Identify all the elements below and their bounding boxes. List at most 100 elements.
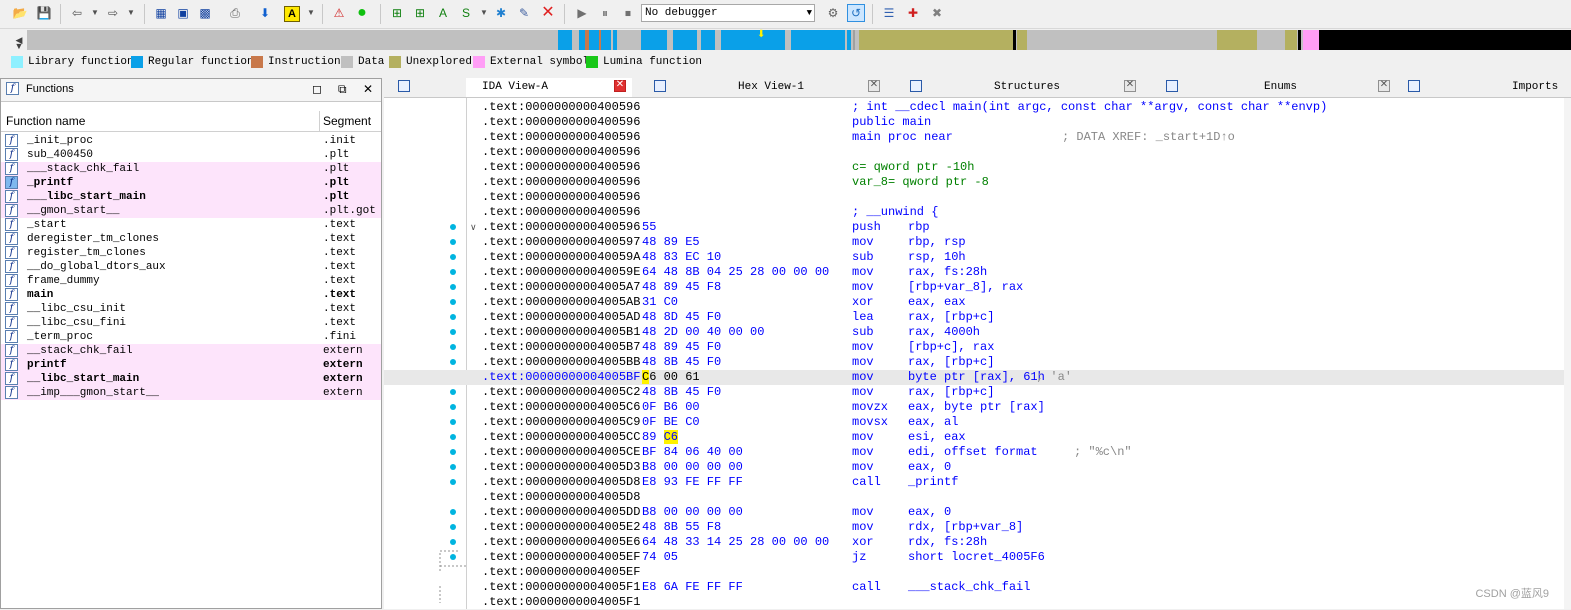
jump-down-icon[interactable]: ⬇ [256,4,274,22]
save-icon[interactable]: 💾 [35,4,53,22]
nav-down-arrow-icon[interactable]: ▼ [10,40,28,52]
close-icon[interactable]: ✕ [1124,80,1136,92]
function-row[interactable]: f sub_400450 .plt [1,148,381,162]
close-icon[interactable]: ✕ [868,80,880,92]
function-row[interactable]: f __libc_csu_init .text [1,302,381,316]
struct-dropdown-icon[interactable]: ▼ [475,4,493,22]
disasm-line[interactable]: .text:00000000004005AD 48 8D 45 F0 lea rax,… [384,310,1571,325]
search-binary-icon[interactable]: ▦ [152,4,170,22]
disasm-line[interactable]: .text:00000000004005BB 48 8B 45 F0 mov rax,… [384,355,1571,370]
back-dropdown-icon[interactable]: ▼ [86,4,104,22]
disasm-line[interactable]: .text:00000000004005C6 0F B6 00 movzx eax, … [384,400,1571,415]
text-color-dropdown-icon[interactable]: ▼ [302,4,320,22]
disasm-line[interactable]: .text:00000000004005DD B8 00 00 00 00 mov e… [384,505,1571,520]
edit-function-icon[interactable]: ✎ [515,4,533,22]
disasm-line[interactable]: .text:00000000004005C9 0F BE C0 movsx eax, … [384,415,1571,430]
disasm-line[interactable]: .text:0000000000400596 55 push rbp [384,220,1571,235]
start-debugger-icon[interactable]: ▶ [573,4,591,22]
remove-breakpoint-icon[interactable]: ✖ [928,4,946,22]
disasm-line[interactable]: .text:00000000004005D8 [384,490,1571,505]
add-breakpoint-icon[interactable]: ✚ [904,4,922,22]
add-code-icon[interactable]: ⊞ [388,4,406,22]
disasm-line[interactable]: .text:00000000004005E6 64 48 33 14 25 28 … [384,535,1571,550]
green-circle-icon[interactable]: ● [353,4,371,22]
disasm-line[interactable]: .text:00000000004005CE BF 84 06 40 00 mov e… [384,445,1571,460]
debugger-select[interactable]: No debugger ▼ [641,4,815,22]
debugger-options-icon[interactable]: ⚙ [824,4,842,22]
function-row[interactable]: f __libc_start_main extern [1,372,381,386]
warning-icon[interactable]: ⚠ [330,4,348,22]
switch-debugger-icon[interactable]: ↺ [847,4,865,22]
function-row[interactable]: f __gmon_start__ .plt.got [1,204,381,218]
disasm-line[interactable]: .text:00000000004005B7 48 89 45 F0 mov [rbp… [384,340,1571,355]
col-function-name[interactable]: Function name [6,114,85,128]
vertical-scrollbar[interactable] [1564,98,1571,609]
disasm-line[interactable]: .text:00000000004005AB 31 C0 xor eax, eax [384,295,1571,310]
function-row[interactable]: f main .text [1,288,381,302]
disasm-header-line[interactable]: .text:0000000000400596 ; __unwind { [384,205,1571,220]
collapse-chevron-icon[interactable]: ∨ [470,220,477,235]
back-icon[interactable]: ⇦ [68,4,86,22]
function-row[interactable]: f __imp___gmon_start__ extern [1,386,381,400]
restore-icon[interactable]: ⧉ [338,82,347,97]
disasm-line[interactable]: .text:0000000000400597 48 89 E5 mov rbp, rs… [384,235,1571,250]
function-row[interactable]: f _init_proc .init [1,134,381,148]
add-string-icon[interactable]: A [434,4,452,22]
disasm-header-line[interactable]: .text:0000000000400596 main proc near ; DA… [384,130,1571,145]
open-file-icon[interactable]: 📂 [11,4,29,22]
function-row[interactable]: f ___libc_start_main .plt [1,190,381,204]
disasm-header-line[interactable]: .text:0000000000400596 [384,145,1571,160]
disasm-line[interactable]: .text:00000000004005EF [384,565,1571,580]
close-icon[interactable]: ✕ [1378,80,1390,92]
disasm-header-line[interactable]: .text:0000000000400596 var_8= qword ptr -… [384,175,1571,190]
disasm-line[interactable]: .text:00000000004005D3 B8 00 00 00 00 mov e… [384,460,1571,475]
disasm-line[interactable]: .text:00000000004005F1 E8 6A FE FF FF call… [384,580,1571,595]
text-color-icon[interactable]: A [284,6,300,22]
disasm-line[interactable]: .text:00000000004005D8 E8 93 FE FF FF call… [384,475,1571,490]
close-icon[interactable]: ✕ [363,82,373,96]
col-segment[interactable]: Segment [323,114,371,128]
function-row[interactable]: f register_tm_clones .text [1,246,381,260]
disasm-line[interactable]: .text:00000000004005B1 48 2D 00 40 00 00 s… [384,325,1571,340]
maximize-icon[interactable]: ◻ [312,82,322,96]
disasm-header-line[interactable]: .text:0000000000400596 c= qword ptr -10h [384,160,1571,175]
function-row[interactable]: f _printf .plt [1,176,381,190]
disasm-line[interactable]: .text:000000000040059A 48 83 EC 10 sub rsp,… [384,250,1571,265]
disasm-line[interactable]: .text:00000000004005CC 89 C6 mov esi, eax [384,430,1571,445]
add-struct-icon[interactable]: S [457,4,475,22]
stop-debugger-icon[interactable]: ⏹ [619,4,637,22]
disasm-header-line[interactable]: .text:0000000000400596 ; int __cdecl main… [384,100,1571,115]
add-data-icon[interactable]: ⊞ [411,4,429,22]
tab-left-icon[interactable] [384,78,410,97]
disasm-line[interactable]: .text:00000000004005E2 48 8B 55 F8 mov rdx,… [384,520,1571,535]
function-row[interactable]: f __libc_csu_fini .text [1,316,381,330]
navigation-bar[interactable]: ⬇ [27,30,1571,50]
function-row[interactable]: f deregister_tm_clones .text [1,232,381,246]
function-row[interactable]: f _term_proc .fini [1,330,381,344]
tab-ida-view-a[interactable]: IDA View-A ✕ [466,78,632,97]
forward-icon[interactable]: ⇨ [104,4,122,22]
function-row[interactable]: f printf extern [1,358,381,372]
disasm-line[interactable]: .text:00000000004005C2 48 8B 45 F0 mov rax,… [384,385,1571,400]
star-icon[interactable]: ✱ [492,4,510,22]
search-immediate-icon[interactable]: ▩ [196,4,214,22]
disasm-line[interactable]: .text:00000000004005F1 [384,595,1571,610]
disasm-header-line[interactable]: .text:0000000000400596 [384,190,1571,205]
function-row[interactable]: f frame_dummy .text [1,274,381,288]
function-row[interactable]: f __stack_chk_fail extern [1,344,381,358]
pause-debugger-icon[interactable]: ⏸ [596,4,614,22]
close-icon[interactable]: ✕ [614,80,626,92]
disasm-line[interactable]: .text:00000000004005EF 74 05 jz short locre… [384,550,1571,565]
function-row[interactable]: f _start .text [1,218,381,232]
ida-view-disassembly[interactable]: .text:0000000000400596 ; int __cdecl main… [384,98,1571,609]
list-icon[interactable]: ☰ [880,4,898,22]
delete-icon[interactable]: ✕ [539,4,557,22]
function-row[interactable]: f ___stack_chk_fail .plt [1,162,381,176]
print-icon[interactable]: ⎙ [226,4,244,22]
tab-imports[interactable]: Imports [1404,78,1571,97]
disasm-line[interactable]: .text:00000000004005BF C6 00 61 mov byte pt… [384,370,1571,385]
tab-hex-view-1[interactable]: Hex View-1 ✕ [650,78,886,97]
tab-enums[interactable]: Enums ✕ [1160,78,1394,97]
function-row[interactable]: f __do_global_dtors_aux .text [1,260,381,274]
search-text-icon[interactable]: ▣ [174,4,192,22]
